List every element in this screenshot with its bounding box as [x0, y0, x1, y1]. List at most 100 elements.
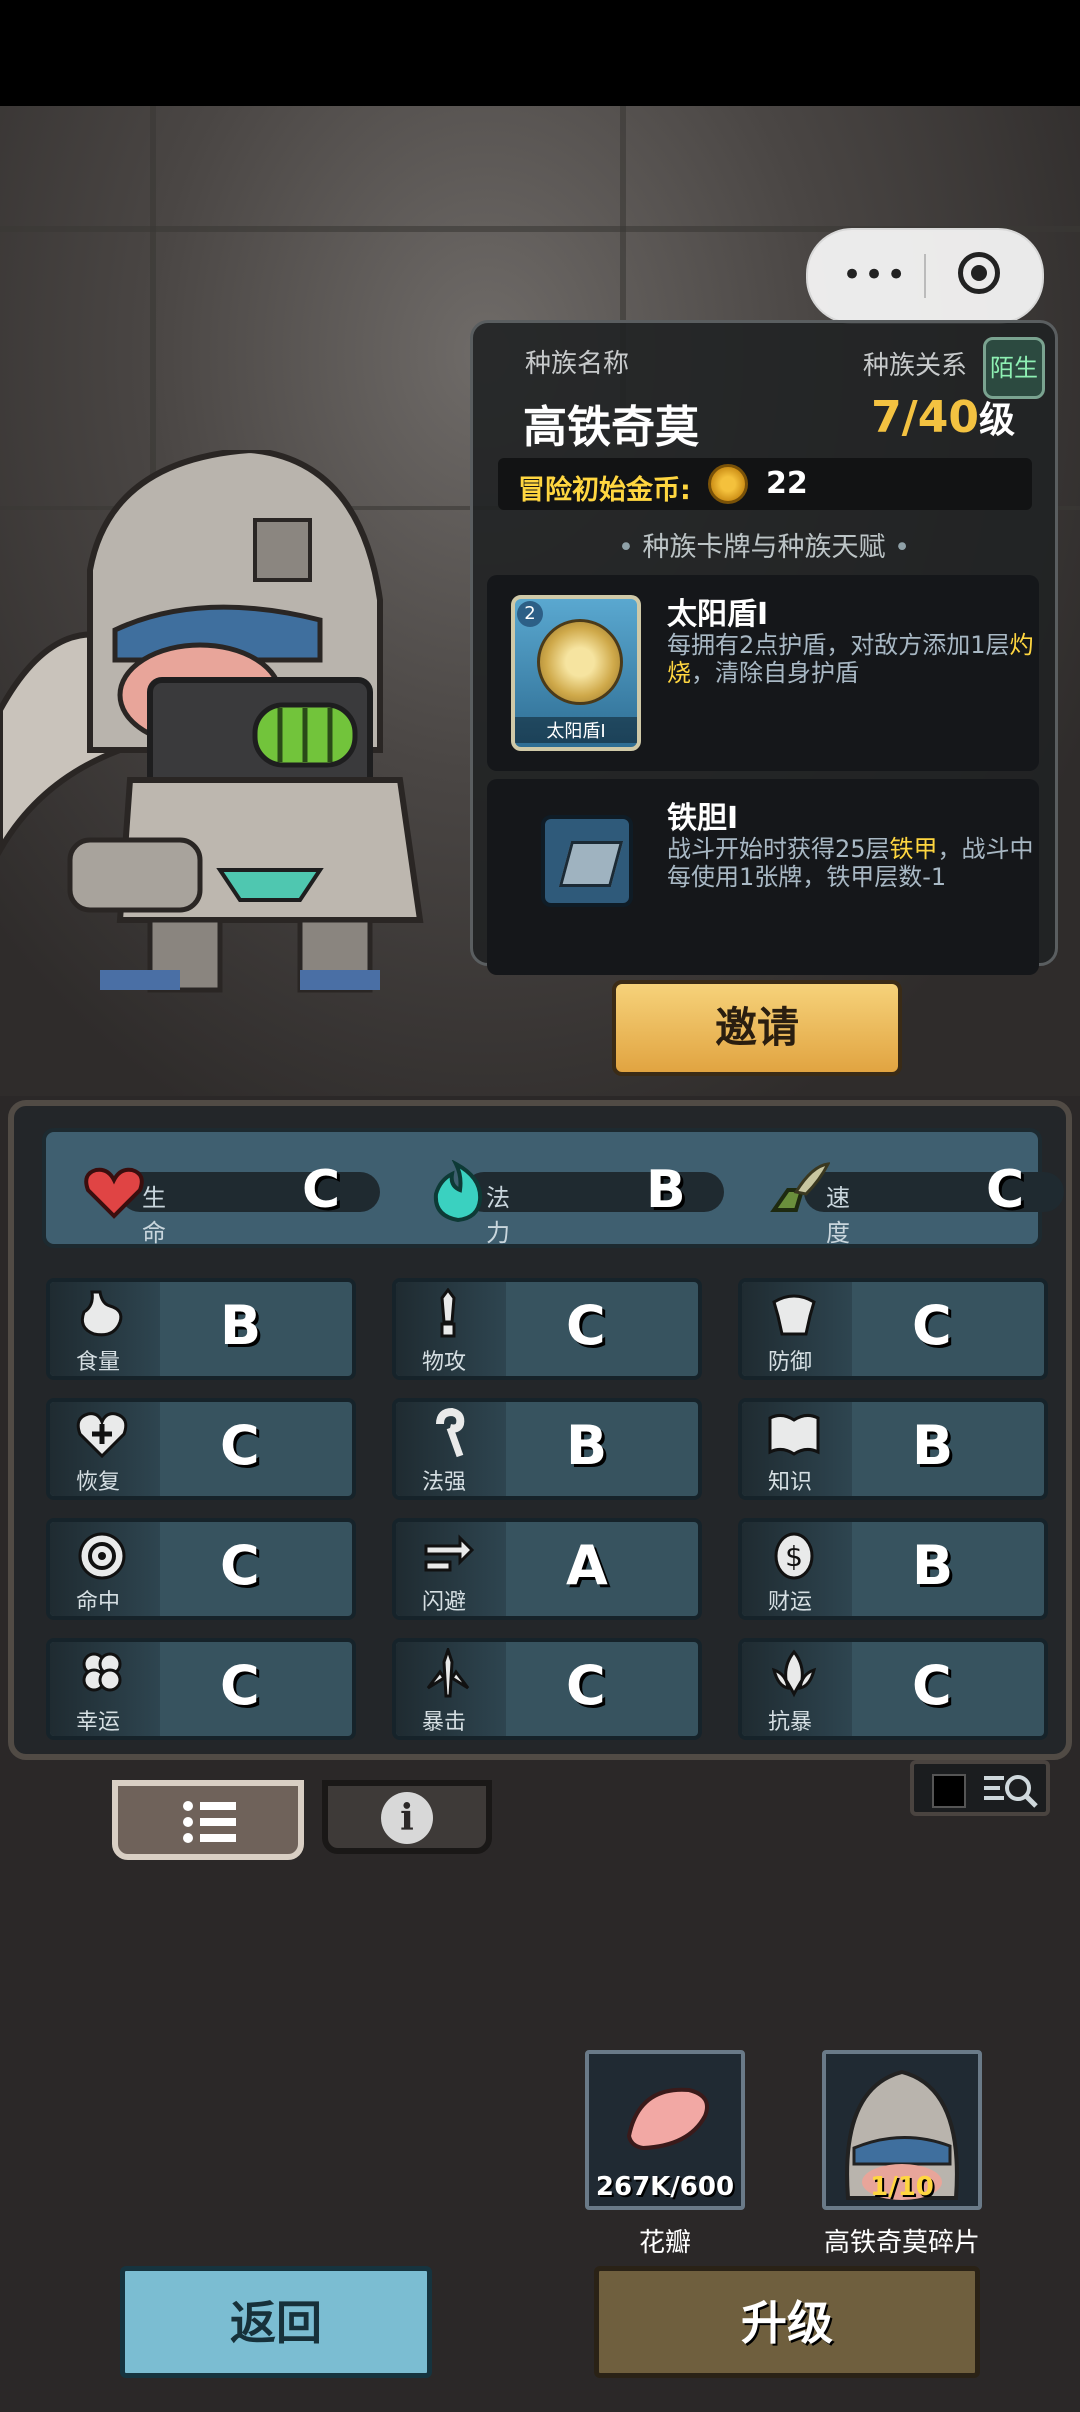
crit-swords-icon: [426, 1648, 470, 1698]
status-bar: [0, 0, 1080, 106]
race-level-unit: 级: [978, 400, 1015, 441]
upgrade-button[interactable]: 升级: [594, 2266, 980, 2378]
card-desc-part: 每拥有2点护盾，对敌方添加1层: [667, 631, 1010, 659]
heart-icon: [84, 1167, 144, 1219]
book-icon: [768, 1413, 820, 1456]
race-talent-iron-guts[interactable]: 铁胆I 战斗开始时获得25层铁甲，战斗中每使用1张牌，铁甲层数-1: [487, 779, 1039, 975]
wing-boot-icon: [770, 1162, 830, 1212]
talent-desc-part: 战斗开始时获得25层: [667, 835, 890, 863]
attr-name: 法强: [422, 1470, 467, 1495]
main-stat-name: 生命: [142, 1184, 166, 1247]
attr-grade: C: [220, 1534, 260, 1597]
card-thumb-label: 太阳盾I: [515, 717, 637, 743]
iron-guts-talent-icon[interactable]: [541, 815, 633, 907]
card-cost-badge: 2: [517, 601, 543, 627]
card-desc-part: ，清除自身护盾: [691, 659, 859, 687]
attr-grade: C: [566, 1654, 606, 1717]
sword-icon: [440, 1288, 456, 1338]
info-icon: i: [381, 1792, 433, 1844]
race-level: 7/40级: [871, 391, 1015, 443]
armor-glyph: [558, 841, 624, 887]
talent-desc-keyword: 铁甲: [889, 835, 938, 863]
attr-name: 恢复: [76, 1470, 121, 1495]
attr-crit-resist: 抗暴 C: [738, 1638, 1048, 1740]
capsule-divider: [924, 254, 926, 298]
attr-fortune: $ 财运 B: [738, 1518, 1048, 1620]
attr-luck: 幸运 C: [46, 1638, 356, 1740]
attr-knowledge: 知识 B: [738, 1398, 1048, 1500]
main-stats-strip: 生命 C 法力 B 速度 C: [42, 1128, 1064, 1248]
attr-physical-attack: 物攻 C: [392, 1278, 702, 1380]
target-icon: [78, 1532, 126, 1580]
view-toggle[interactable]: [910, 1760, 1050, 1816]
attr-appetite: 食量 B: [46, 1278, 356, 1380]
attr-grade: B: [912, 1414, 954, 1477]
race-character-illustration: [0, 450, 424, 993]
money-bag-icon: $: [774, 1532, 814, 1580]
attr-name: 闪避: [422, 1590, 467, 1615]
invite-button[interactable]: 邀请: [612, 980, 902, 1076]
item-race-fragment[interactable]: 1/10: [822, 2050, 982, 2210]
attr-name: 食量: [76, 1350, 121, 1375]
attr-name: 抗暴: [768, 1710, 813, 1735]
starting-coins-bar: 冒险初始金币: 22: [498, 458, 1032, 510]
attr-magic-power: 法强 B: [392, 1398, 702, 1500]
race-level-value: 7/40: [871, 392, 979, 443]
item-name: 高铁奇莫碎片: [823, 2228, 980, 2258]
dodge-arrows-icon: [424, 1534, 475, 1572]
svg-text:$: $: [785, 1540, 803, 1573]
checkbox-icon[interactable]: [932, 1774, 966, 1808]
cards-section-title: • 种族卡牌与种族天赋 •: [617, 532, 911, 563]
attr-grade: C: [566, 1294, 606, 1357]
petal-icon: [626, 2087, 709, 2151]
attr-name: 暴击: [422, 1710, 467, 1735]
attr-name: 知识: [768, 1470, 813, 1495]
flame-icon: [433, 1160, 483, 1223]
attr-grade: B: [220, 1294, 262, 1357]
mini-program-capsule: •••: [806, 228, 1044, 324]
attr-accuracy: 命中 C: [46, 1518, 356, 1620]
back-button[interactable]: 返回: [120, 2266, 432, 2378]
card-title: 太阳盾I: [667, 597, 769, 632]
attributes-panel: 生命 C 法力 B 速度 C 食量 B 物攻 C 防御 C 恢复 C 法强 B 知识 B 命…: [8, 1100, 1072, 1760]
attr-grade: C: [912, 1654, 952, 1717]
attr-name: 物攻: [422, 1350, 467, 1375]
attr-name: 命中: [76, 1590, 121, 1615]
list-icon: [183, 1801, 236, 1843]
main-stat-grade: C: [986, 1160, 1025, 1220]
attr-name: 幸运: [76, 1710, 121, 1735]
list-search-icon[interactable]: [980, 1770, 1040, 1810]
item-name: 花瓣: [638, 2228, 691, 2258]
relation-badge: 陌生: [983, 337, 1045, 399]
staff-icon: [436, 1408, 465, 1458]
race-name-label: 种族名称: [525, 349, 630, 379]
close-target-icon[interactable]: [958, 252, 1000, 294]
item-petal[interactable]: 267K/600: [585, 2050, 745, 2210]
race-name: 高铁奇莫: [523, 402, 699, 453]
talent-description: 战斗开始时获得25层铁甲，战斗中每使用1张牌，铁甲层数-1: [667, 835, 1037, 891]
talent-title: 铁胆I: [667, 801, 739, 836]
lotus-shield-icon: [771, 1649, 817, 1698]
attr-dodge: 闪避 A: [392, 1518, 702, 1620]
gold-coin-icon: [708, 464, 748, 504]
tab-list[interactable]: [112, 1780, 304, 1860]
attr-grade: A: [566, 1534, 608, 1597]
sun-shield-card-thumb[interactable]: 2 太阳盾I: [511, 595, 641, 751]
more-menu-button[interactable]: •••: [842, 258, 908, 292]
attr-grade: B: [566, 1414, 608, 1477]
card-description: 每拥有2点护盾，对敌方添加1层灼烧，清除自身护盾: [667, 631, 1037, 687]
item-count: 1/10: [870, 2172, 934, 2202]
race-card-sun-shield[interactable]: 2 太阳盾I 太阳盾I 每拥有2点护盾，对敌方添加1层灼烧，清除自身护盾: [487, 575, 1039, 771]
starting-coins-value: 22: [766, 466, 808, 501]
attr-recovery: 恢复 C: [46, 1398, 356, 1500]
item-count: 267K/600: [595, 2172, 735, 2202]
clover-icon: [82, 1652, 122, 1692]
attr-critical: 暴击 C: [392, 1638, 702, 1740]
heart-plus-icon: [76, 1412, 128, 1459]
race-info-panel: 种族名称 种族关系 陌生 高铁奇莫 7/40级 冒险初始金币: 22 • 种族卡…: [470, 320, 1058, 975]
starting-coins-label: 冒险初始金币:: [518, 475, 691, 506]
tab-info[interactable]: i: [322, 1780, 492, 1854]
attr-defense: 防御 C: [738, 1278, 1048, 1380]
attr-grade: C: [912, 1294, 952, 1357]
main-stat-name: 法力: [486, 1184, 510, 1247]
